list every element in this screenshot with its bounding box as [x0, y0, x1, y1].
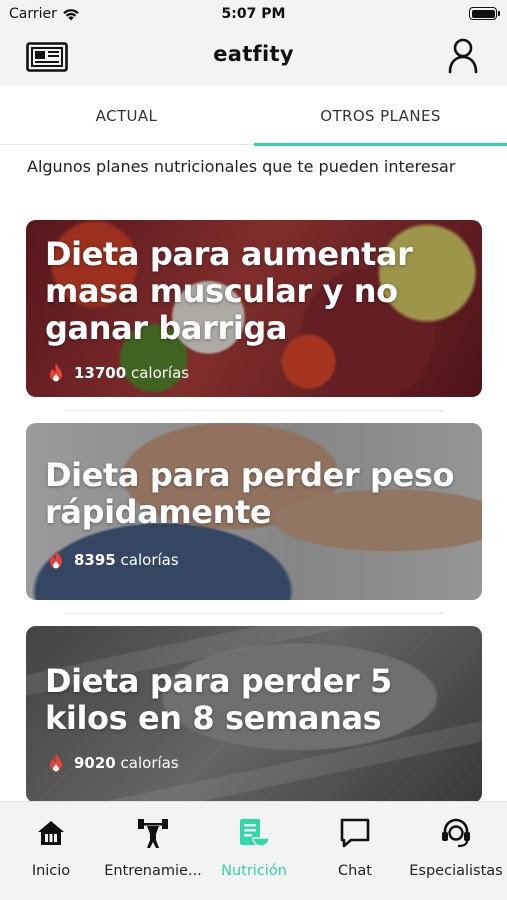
app-header: eatfity	[0, 30, 507, 86]
dumbbell-icon	[138, 819, 168, 848]
divider	[64, 410, 444, 411]
tab-actual[interactable]: ACTUAL	[0, 87, 253, 145]
nav-label: Chat	[338, 863, 372, 879]
bottom-navigation: Inicio Entrenamie... Nutrición Chat Espe…	[0, 801, 507, 900]
profile-button[interactable]	[447, 38, 479, 74]
tab-otros-planes[interactable]: OTROS PLANES	[254, 87, 507, 146]
fire-icon	[50, 363, 62, 382]
nav-label: Nutrición	[221, 863, 287, 879]
app-title: eatfity	[213, 42, 294, 66]
divider	[64, 613, 444, 614]
plan-title: Dieta para aumentar masa muscular y no g…	[45, 235, 413, 347]
calories-value: 13700	[74, 364, 127, 382]
plan-title: Dieta para perder 5 kilos en 8 semanas	[45, 662, 392, 737]
nav-label: Entrenamie...	[104, 863, 202, 879]
status-bar: Carrier 5:07 PM	[0, 0, 507, 30]
calories-value: 8395	[74, 551, 116, 569]
nav-item-inicio[interactable]: Inicio	[22, 802, 80, 900]
calories-unit: calorías	[120, 551, 179, 569]
fire-icon	[50, 550, 62, 569]
nav-item-nutricion[interactable]: Nutrición	[218, 802, 290, 900]
nav-item-chat[interactable]: Chat	[328, 802, 382, 900]
plan-title: Dieta para perder peso rápidamente	[45, 456, 455, 531]
nav-label: Especialistas	[409, 863, 503, 879]
status-time: 5:07 PM	[221, 6, 286, 22]
plan-card[interactable]: Dieta para aumentar masa muscular y no g…	[26, 220, 482, 397]
plan-calories: 9020 calorías	[48, 753, 179, 773]
plan-card[interactable]: Dieta para perder 5 kilos en 8 semanas 9…	[26, 626, 482, 803]
headset-icon	[442, 818, 470, 848]
user-icon	[448, 38, 478, 74]
plan-card[interactable]: Dieta para perder peso rápidamente 8395 …	[26, 423, 482, 600]
plan-calories: 13700 calorías	[48, 363, 189, 383]
nav-label: Inicio	[31, 863, 71, 879]
fire-icon	[50, 753, 62, 772]
battery-icon	[469, 7, 500, 20]
calories-unit: calorías	[130, 364, 190, 382]
calories-unit: calorías	[120, 754, 179, 772]
home-icon	[38, 821, 64, 845]
nav-item-especialistas[interactable]: Especialistas	[408, 802, 504, 900]
plan-tabs: ACTUAL OTROS PLANES	[0, 87, 507, 146]
nav-item-entrenamiento[interactable]: Entrenamie...	[104, 802, 202, 900]
nutrition-icon	[240, 819, 270, 847]
calories-value: 9020	[74, 754, 116, 772]
intro-text: Algunos planes nutricionales que te pued…	[27, 157, 456, 176]
plan-calories: 8395 calorías	[48, 550, 179, 570]
chat-icon	[340, 818, 370, 848]
